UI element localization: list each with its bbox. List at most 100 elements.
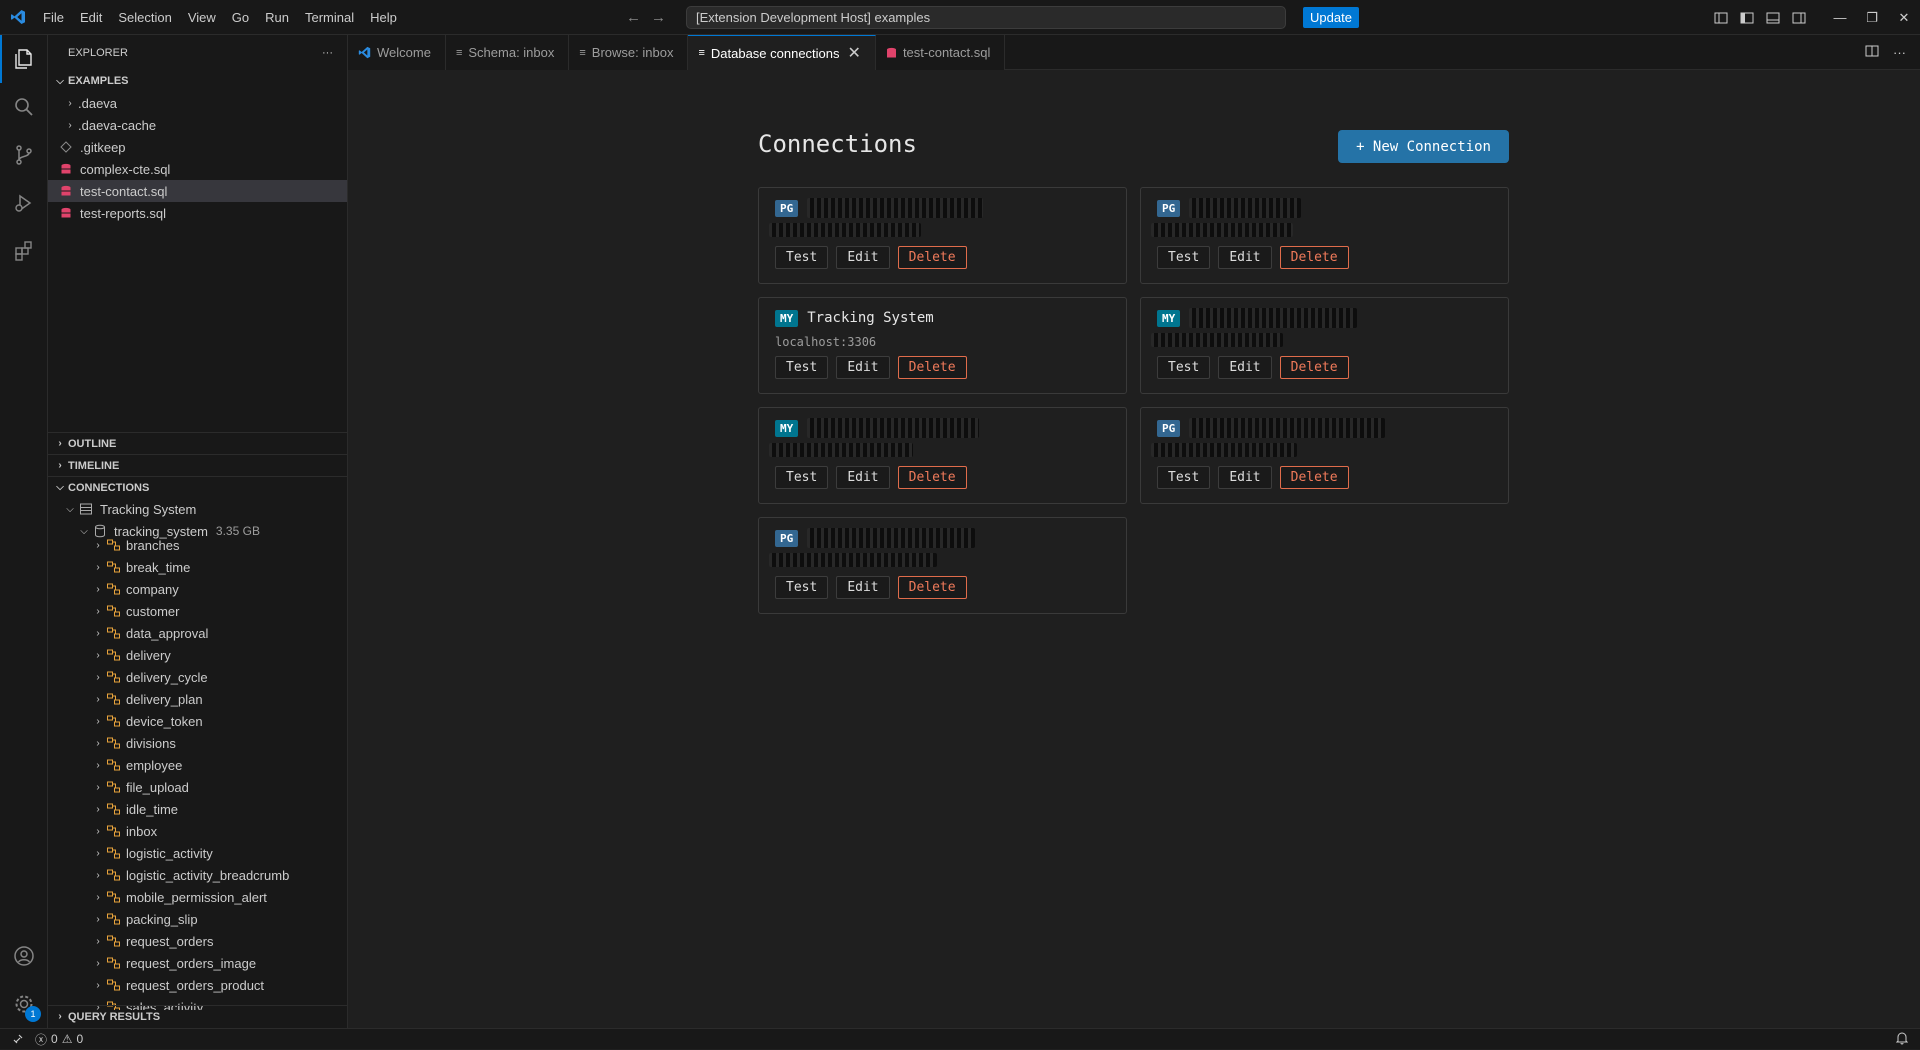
edit-connection-button[interactable]: Edit — [836, 356, 890, 379]
chevron-right-icon: › — [96, 979, 100, 991]
table-tree-item[interactable]: › break_time — [48, 556, 347, 578]
table-tree-item[interactable]: › divisions — [48, 732, 347, 754]
menu-terminal[interactable]: Terminal — [297, 0, 362, 35]
table-tree-item[interactable]: › idle_time — [48, 798, 347, 820]
run-debug-icon[interactable] — [0, 179, 48, 227]
table-tree-item[interactable]: › company — [48, 578, 347, 600]
database-file-icon — [58, 205, 74, 221]
table-tree-item[interactable]: › delivery — [48, 644, 347, 666]
workspace-section-header[interactable]: ⌵ EXAMPLES — [48, 70, 347, 92]
table-tree-item[interactable]: › data_approval — [48, 622, 347, 644]
table-tree-item[interactable]: › request_orders_image — [48, 952, 347, 974]
redacted-connection-host — [1151, 443, 1297, 457]
search-icon[interactable] — [0, 83, 48, 131]
menu-edit[interactable]: Edit — [72, 0, 110, 35]
workspace-name: EXAMPLES — [68, 75, 129, 87]
menu-view[interactable]: View — [180, 0, 224, 35]
delete-connection-button[interactable]: Delete — [897, 356, 967, 379]
explorer-icon[interactable] — [0, 35, 48, 83]
test-connection-button[interactable]: Test — [775, 356, 829, 379]
table-tree-item[interactable]: › logistic_activity — [48, 842, 347, 864]
menu-run[interactable]: Run — [257, 0, 297, 35]
timeline-section-header[interactable]: › TIMELINE — [48, 454, 347, 476]
table-tree-item[interactable]: › delivery_plan — [48, 688, 347, 710]
edit-connection-button[interactable]: Edit — [1218, 246, 1272, 269]
extensions-icon[interactable] — [0, 227, 48, 275]
source-control-icon[interactable] — [0, 131, 48, 179]
test-connection-button[interactable]: Test — [1157, 466, 1211, 489]
table-tree-item[interactable]: › device_token — [48, 710, 347, 732]
test-connection-button[interactable]: Test — [1157, 356, 1211, 379]
close-window-icon[interactable]: ✕ — [1888, 0, 1920, 35]
delete-connection-button[interactable]: Delete — [897, 576, 967, 599]
table-tree-item[interactable]: › mobile_permission_alert — [48, 886, 347, 908]
forward-arrow-icon[interactable]: → — [651, 9, 666, 26]
chevron-right-icon: › — [96, 539, 100, 551]
test-connection-button[interactable]: Test — [775, 576, 829, 599]
outline-section-header[interactable]: › OUTLINE — [48, 432, 347, 454]
menu-file[interactable]: File — [35, 0, 72, 35]
manage-gear-icon[interactable]: 1 — [0, 980, 48, 1028]
minimize-icon[interactable]: — — [1824, 0, 1856, 35]
tab-browse-inbox[interactable]: ≡ Browse: inbox — [569, 35, 689, 70]
file-tree-item[interactable]: › .daeva — [48, 92, 347, 114]
tab-test-contact-sql[interactable]: test-contact.sql — [875, 35, 1006, 70]
table-tree-item[interactable]: › logistic_activity_breadcrumb — [48, 864, 347, 886]
connections-section-header[interactable]: ⌵ CONNECTIONS — [48, 476, 347, 498]
menu-help[interactable]: Help — [362, 0, 405, 35]
test-connection-button[interactable]: Test — [775, 246, 829, 269]
edit-connection-button[interactable]: Edit — [836, 576, 890, 599]
delete-connection-button[interactable]: Delete — [897, 466, 967, 489]
file-tree-item[interactable]: › .daeva-cache — [48, 114, 347, 136]
file-tree-item[interactable]: test-contact.sql — [48, 180, 347, 202]
menu-go[interactable]: Go — [224, 0, 257, 35]
connection-tree-item[interactable]: ⌵ Tracking System — [48, 498, 347, 520]
menu-selection[interactable]: Selection — [110, 0, 179, 35]
delete-connection-button[interactable]: Delete — [1279, 466, 1349, 489]
toggle-secondary-sidebar-icon[interactable] — [1786, 0, 1812, 35]
table-tree-item[interactable]: › inbox — [48, 820, 347, 842]
tab-database-connections[interactable]: ≡ Database connections ✕ — [688, 35, 876, 70]
toggle-panel-icon[interactable] — [1760, 0, 1786, 35]
table-tree-item[interactable]: › file_upload — [48, 776, 347, 798]
edit-connection-button[interactable]: Edit — [1218, 356, 1272, 379]
delete-connection-button[interactable]: Delete — [1279, 246, 1349, 269]
file-tree-item[interactable]: .gitkeep — [48, 136, 347, 158]
table-tree-item[interactable]: › request_orders_product — [48, 974, 347, 996]
bell-icon[interactable] — [1895, 1031, 1909, 1048]
table-tree-item[interactable]: › request_orders — [48, 930, 347, 952]
split-editor-icon[interactable] — [1865, 44, 1879, 61]
delete-connection-button[interactable]: Delete — [897, 246, 967, 269]
table-name: delivery — [126, 647, 171, 663]
edit-connection-button[interactable]: Edit — [836, 466, 890, 489]
remote-icon[interactable] — [0, 1029, 35, 1050]
back-arrow-icon[interactable]: ← — [626, 9, 641, 26]
test-connection-button[interactable]: Test — [775, 466, 829, 489]
customize-layout-icon[interactable] — [1708, 0, 1734, 35]
edit-connection-button[interactable]: Edit — [836, 246, 890, 269]
test-connection-button[interactable]: Test — [1157, 246, 1211, 269]
delete-connection-button[interactable]: Delete — [1279, 356, 1349, 379]
tab-welcome[interactable]: Welcome — [348, 35, 446, 70]
close-tab-icon[interactable]: ✕ — [848, 43, 861, 63]
title-bar: File Edit Selection View Go Run Terminal Help ←… — [0, 0, 1920, 35]
accounts-icon[interactable] — [0, 932, 48, 980]
edit-connection-button[interactable]: Edit — [1218, 466, 1272, 489]
file-tree-item[interactable]: complex-cte.sql — [48, 158, 347, 180]
toggle-primary-sidebar-icon[interactable] — [1734, 0, 1760, 35]
more-actions-icon[interactable]: ··· — [322, 47, 333, 59]
file-tree-item[interactable]: test-reports.sql — [48, 202, 347, 224]
more-actions-icon[interactable]: ··· — [1893, 45, 1906, 60]
chevron-right-icon: › — [96, 869, 100, 881]
new-connection-button[interactable]: + New Connection — [1338, 130, 1509, 163]
query-results-section-header[interactable]: › QUERY RESULTS — [48, 1005, 347, 1027]
table-tree-item[interactable]: › employee — [48, 754, 347, 776]
command-center[interactable]: [Extension Development Host] examples — [686, 6, 1286, 29]
tab-schema-inbox[interactable]: ≡ Schema: inbox — [445, 35, 570, 70]
update-button[interactable]: Update — [1303, 7, 1359, 28]
table-tree-item[interactable]: › customer — [48, 600, 347, 622]
table-tree-item[interactable]: › delivery_cycle — [48, 666, 347, 688]
restore-icon[interactable]: ❐ — [1856, 0, 1888, 35]
table-tree-item[interactable]: › packing_slip — [48, 908, 347, 930]
problems-indicator[interactable]: ⓧ 0 ⚠ 0 — [35, 1031, 83, 1048]
